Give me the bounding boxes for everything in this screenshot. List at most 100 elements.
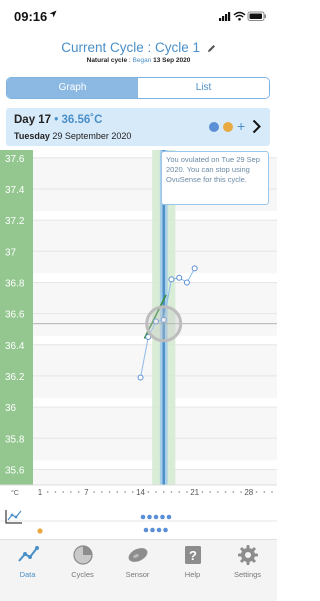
x-tick-dot — [201, 491, 204, 493]
x-tick-dot — [162, 491, 165, 493]
cycle-title-separator: : — [143, 40, 155, 55]
y-tick-label: 37.2 — [5, 216, 25, 227]
x-tick-label: 1 — [38, 488, 43, 497]
x-tick-dot — [116, 491, 119, 493]
nav-cycles[interactable]: Cycles — [55, 544, 110, 579]
nav-cycles-label: Cycles — [71, 570, 94, 579]
ovulation-tooltip: You ovulated on Tue 29 Sep 2020. You can… — [161, 151, 269, 205]
x-tick-dot — [101, 491, 103, 493]
blue-marker-dot[interactable] — [209, 122, 219, 132]
mini-blue-dot — [160, 514, 165, 520]
x-tick-dot — [224, 491, 227, 493]
tab-graph[interactable]: Graph — [7, 78, 138, 98]
day-date-line: Tuesday 29 September 2020 — [14, 131, 131, 141]
status-bar: 09:16 — [0, 0, 277, 34]
chevron-right-icon[interactable] — [252, 119, 261, 134]
temperature-point[interactable] — [176, 274, 183, 281]
mini-orange-dot — [37, 528, 43, 534]
x-tick-label: 28 — [244, 488, 253, 497]
data-chart-icon — [17, 546, 39, 562]
sensor-icon — [128, 548, 147, 562]
day-temp-line: Day 17 • 36.56˚C — [14, 114, 102, 126]
x-tick-dot — [124, 491, 126, 493]
x-tick-dot — [70, 491, 72, 493]
temperature-point[interactable] — [183, 279, 190, 286]
x-tick-dot — [147, 491, 150, 493]
day-date: 29 September 2020 — [52, 131, 132, 141]
temperature-point[interactable] — [168, 276, 175, 283]
cycles-icon — [72, 545, 93, 565]
y-tick-label: 36.6 — [5, 310, 25, 321]
tab-list[interactable]: List — [138, 78, 269, 98]
nav-settings[interactable]: Settings — [220, 544, 275, 579]
mini-timeline[interactable] — [0, 506, 277, 536]
wifi-icon — [233, 11, 246, 21]
x-tick-dot — [46, 491, 49, 493]
view-tabs: Graph List — [6, 77, 270, 99]
x-tick-dot — [108, 491, 111, 493]
nav-settings-label: Settings — [233, 570, 262, 579]
x-tick-dot — [255, 491, 258, 493]
x-tick-dot — [232, 491, 235, 493]
x-tick-dot — [132, 491, 134, 493]
nav-data-label: Data — [19, 570, 36, 579]
nav-sensor-label: Sensor — [125, 570, 150, 579]
selection-ring[interactable] — [145, 305, 183, 343]
cycle-subtitle: Natural cycle : Began 13 Sep 2020 — [0, 57, 277, 64]
x-tick-dot — [170, 491, 173, 493]
temperature-point[interactable] — [191, 265, 198, 272]
nav-help-label: Help — [184, 570, 201, 579]
nav-sensor[interactable]: Sensor — [110, 544, 165, 579]
nav-data[interactable]: Data — [0, 544, 55, 579]
cycle-began-label: Began — [132, 57, 152, 64]
x-tick-dot — [186, 491, 188, 493]
temperature-unit: ˚C — [90, 114, 103, 126]
day-separator: • — [51, 114, 62, 126]
mini-blue-dot — [166, 514, 172, 520]
edit-pencil-icon[interactable] — [207, 44, 216, 53]
location-arrow-icon — [49, 10, 57, 18]
cycle-title-prefix: Current Cycle — [61, 40, 144, 55]
x-tick-label: 21 — [190, 488, 199, 497]
help-icon: ? — [184, 546, 201, 564]
y-tick-label: 36.4 — [5, 341, 25, 352]
nav-help[interactable]: ? Help — [165, 544, 220, 579]
x-tick-dot — [62, 491, 64, 493]
bottom-nav: Data Cycles Sensor ? Help Settings — [0, 539, 277, 601]
y-tick-label: 35.8 — [5, 434, 25, 445]
mini-blue-dot — [163, 527, 168, 533]
add-marker-button[interactable]: + — [237, 118, 245, 134]
cycle-title[interactable]: Current Cycle : Cycle 1 — [0, 40, 277, 55]
y-tick-label: 36 — [5, 403, 17, 414]
status-time: 09:16 — [14, 9, 48, 24]
y-tick-label: 36.2 — [5, 372, 25, 383]
x-tick-label: 7 — [84, 488, 89, 497]
x-tick-dot — [240, 491, 242, 493]
signal-icon — [219, 12, 231, 21]
svg-text:?: ? — [189, 548, 197, 563]
x-tick-dot — [217, 491, 219, 493]
y-tick-label: 37.6 — [5, 154, 25, 165]
mini-blue-dot — [143, 527, 149, 533]
gear-icon — [237, 545, 258, 565]
cycle-began-date: 13 Sep 2020 — [153, 57, 191, 64]
mini-blue-dot — [140, 514, 146, 520]
mini-blue-dot — [147, 514, 152, 520]
x-tick-dot — [155, 491, 157, 493]
y-tick-label: 35.6 — [5, 465, 25, 476]
day-summary-panel: Day 17 • 36.56˚C Tuesday 29 September 20… — [6, 108, 270, 146]
x-tick-label: 14 — [136, 488, 145, 497]
x-axis-unit-label: °C — [11, 489, 19, 497]
cycle-title-value: Cycle 1 — [155, 40, 201, 55]
x-tick-dot — [263, 491, 266, 493]
day-number: Day 17 — [14, 114, 52, 126]
x-tick-dot — [178, 491, 180, 493]
orange-marker-dot[interactable] — [223, 122, 233, 132]
temperature-point[interactable] — [137, 374, 144, 381]
mini-blue-dot — [150, 527, 155, 533]
mini-blue-dot — [156, 527, 162, 533]
x-tick-dot — [271, 491, 273, 493]
x-tick-dot — [209, 491, 211, 493]
x-tick-dot — [93, 491, 95, 493]
y-tick-label: 36.8 — [5, 278, 25, 289]
